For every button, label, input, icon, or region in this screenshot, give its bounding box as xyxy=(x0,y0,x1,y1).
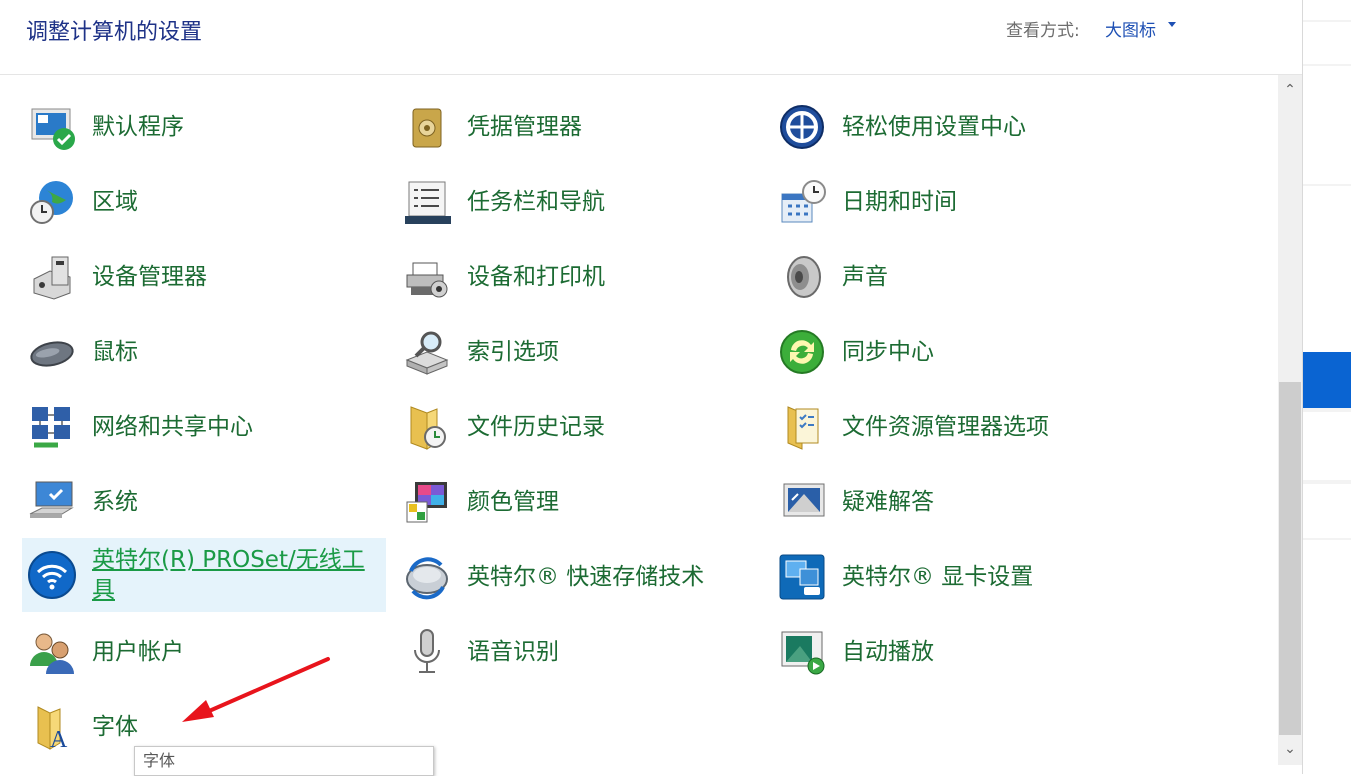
region-globe-icon xyxy=(26,176,78,228)
wireless-icon xyxy=(26,549,78,601)
item-indexing[interactable]: 索引选项 xyxy=(397,316,761,388)
item-taskbar[interactable]: 任务栏和导航 xyxy=(397,166,761,238)
default-programs-icon xyxy=(26,101,78,153)
item-system[interactable]: 系统 xyxy=(22,466,386,538)
credential-manager-icon xyxy=(401,101,453,153)
user-accounts-icon xyxy=(26,626,78,678)
indexing-icon xyxy=(401,326,453,378)
rapid-storage-icon xyxy=(401,551,453,603)
item-color-management[interactable]: 颜色管理 xyxy=(397,466,761,538)
item-sound[interactable]: 声音 xyxy=(772,241,1136,313)
item-label: 颜色管理 xyxy=(467,489,559,515)
scrollbar-thumb[interactable] xyxy=(1279,382,1301,735)
svg-text:A: A xyxy=(50,727,68,751)
scroll-up-arrow-icon[interactable]: ⌃ xyxy=(1278,78,1302,102)
item-credential-manager[interactable]: 凭据管理器 xyxy=(397,91,761,163)
item-label: 系统 xyxy=(92,489,138,515)
item-label: 文件资源管理器选项 xyxy=(842,414,1049,440)
item-label: 用户帐户 xyxy=(92,639,184,665)
system-icon xyxy=(26,476,78,528)
date-time-icon xyxy=(776,176,828,228)
header: 调整计算机的设置 查看方式: 大图标 xyxy=(0,0,1302,75)
item-label: 鼠标 xyxy=(92,339,138,365)
item-label: 索引选项 xyxy=(467,339,559,365)
item-speech-recognition[interactable]: 语音识别 xyxy=(397,616,761,688)
item-label: 声音 xyxy=(842,264,888,290)
item-intel-rapid-storage[interactable]: 英特尔® 快速存储技术 xyxy=(397,541,761,613)
network-icon xyxy=(26,401,78,453)
item-label: 凭据管理器 xyxy=(467,114,582,140)
view-by-dropdown[interactable]: 大图标 xyxy=(1105,16,1156,41)
taskbar-icon xyxy=(401,176,453,228)
item-label: 区域 xyxy=(92,189,138,215)
item-troubleshooting[interactable]: 疑难解答 xyxy=(772,466,1136,538)
item-file-history[interactable]: 文件历史记录 xyxy=(397,391,761,463)
item-label: 文件历史记录 xyxy=(467,414,605,440)
fonts-icon: A xyxy=(26,701,78,753)
item-label: 日期和时间 xyxy=(842,189,957,215)
color-management-icon xyxy=(401,476,453,528)
file-history-icon xyxy=(401,401,453,453)
item-ease-of-access[interactable]: 轻松使用设置中心 xyxy=(772,91,1136,163)
item-folder-options[interactable]: 文件资源管理器选项 xyxy=(772,391,1136,463)
item-network-sharing[interactable]: 网络和共享中心 xyxy=(22,391,386,463)
item-sync-center[interactable]: 同步中心 xyxy=(772,316,1136,388)
sync-icon xyxy=(776,326,828,378)
microphone-icon xyxy=(401,626,453,678)
control-panel-window: 调整计算机的设置 查看方式: 大图标 默认程序 凭据管理器 轻松使用设置中心 区… xyxy=(0,0,1303,774)
view-by-label: 查看方式: xyxy=(1006,21,1080,41)
item-label: 设备管理器 xyxy=(92,264,207,290)
item-label: 字体 xyxy=(92,714,138,740)
speaker-icon xyxy=(776,251,828,303)
autoplay-icon xyxy=(776,626,828,678)
item-autoplay[interactable]: 自动播放 xyxy=(772,616,1136,688)
graphics-settings-icon xyxy=(776,551,828,603)
item-label: 默认程序 xyxy=(92,114,184,140)
item-label: 任务栏和导航 xyxy=(467,189,605,215)
item-label: 语音识别 xyxy=(467,639,559,665)
item-devices-printers[interactable]: 设备和打印机 xyxy=(397,241,761,313)
troubleshooting-icon xyxy=(776,476,828,528)
item-label: 英特尔® 快速存储技术 xyxy=(467,564,705,590)
item-label: 轻松使用设置中心 xyxy=(842,114,1026,140)
item-intel-graphics[interactable]: 英特尔® 显卡设置 xyxy=(772,541,1136,613)
chevron-down-icon[interactable] xyxy=(1168,22,1176,27)
item-label: 设备和打印机 xyxy=(467,264,605,290)
item-label: 网络和共享中心 xyxy=(92,414,253,440)
printer-icon xyxy=(401,251,453,303)
item-label: 疑难解答 xyxy=(842,489,934,515)
device-manager-icon xyxy=(26,251,78,303)
item-region[interactable]: 区域 xyxy=(22,166,386,238)
mouse-icon xyxy=(26,326,78,378)
background-window xyxy=(1303,0,1351,774)
item-device-manager[interactable]: 设备管理器 xyxy=(22,241,386,313)
tooltip: 字体 xyxy=(134,746,434,776)
ease-of-access-icon xyxy=(776,101,828,153)
item-label: 英特尔(R) PROSet/无线工具 xyxy=(92,547,365,603)
scroll-down-arrow-icon[interactable]: ⌄ xyxy=(1278,737,1302,761)
item-default-programs[interactable]: 默认程序 xyxy=(22,91,386,163)
item-user-accounts[interactable]: 用户帐户 xyxy=(22,616,386,688)
folder-options-icon xyxy=(776,401,828,453)
item-label: 英特尔® 显卡设置 xyxy=(842,564,1034,590)
item-intel-proset-wireless[interactable]: 英特尔(R) PROSet/无线工具 xyxy=(22,538,386,612)
page-title: 调整计算机的设置 xyxy=(26,20,203,45)
item-label: 自动播放 xyxy=(842,639,934,665)
item-mouse[interactable]: 鼠标 xyxy=(22,316,386,388)
item-label: 同步中心 xyxy=(842,339,934,365)
item-date-time[interactable]: 日期和时间 xyxy=(772,166,1136,238)
